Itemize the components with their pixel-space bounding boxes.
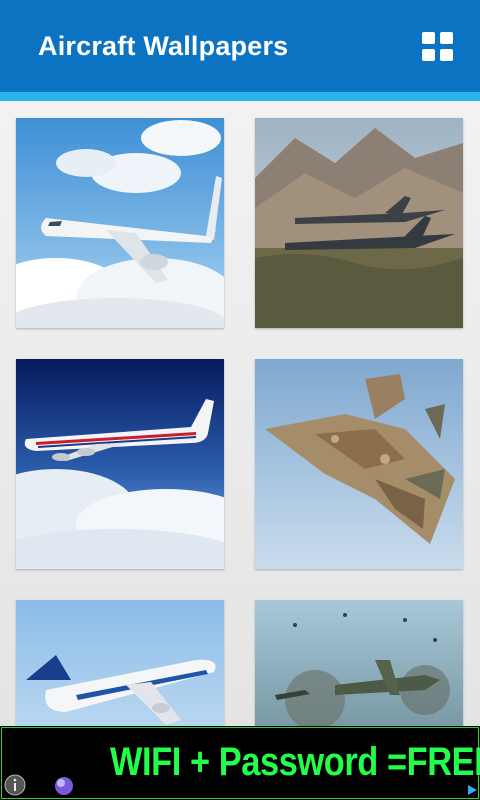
wallpaper-thumbnail-6[interactable] — [255, 600, 463, 726]
wallpaper-thumbnail-5[interactable] — [16, 600, 224, 726]
wallpaper-thumbnail-1[interactable] — [16, 118, 224, 328]
ad-banner[interactable]: WIFI + Password =FREE — [0, 726, 480, 800]
app-title: Aircraft Wallpapers — [38, 31, 289, 61]
grid-icon — [422, 32, 453, 61]
fighter-jets-image — [255, 118, 463, 328]
wallpaper-thumbnail-3[interactable] — [16, 359, 224, 569]
passenger-jet-image — [16, 118, 224, 328]
app-bar: Aircraft Wallpapers — [0, 0, 480, 92]
warplanes-image — [255, 600, 463, 726]
jumbo-jet-image — [16, 359, 224, 569]
grid-view-button[interactable] — [418, 28, 458, 66]
wallpaper-thumbnail-2[interactable] — [255, 118, 463, 328]
play-icon[interactable] — [466, 784, 478, 796]
info-icon[interactable] — [4, 774, 26, 796]
wallpaper-grid — [0, 101, 480, 726]
ad-text: WIFI + Password =FREE — [110, 740, 480, 784]
wallpaper-thumbnail-4[interactable] — [255, 359, 463, 569]
stealth-fighter-image — [255, 359, 463, 569]
app-bar-accent — [0, 92, 480, 101]
airbus-jet-image — [16, 600, 224, 726]
orb-icon — [55, 777, 73, 795]
